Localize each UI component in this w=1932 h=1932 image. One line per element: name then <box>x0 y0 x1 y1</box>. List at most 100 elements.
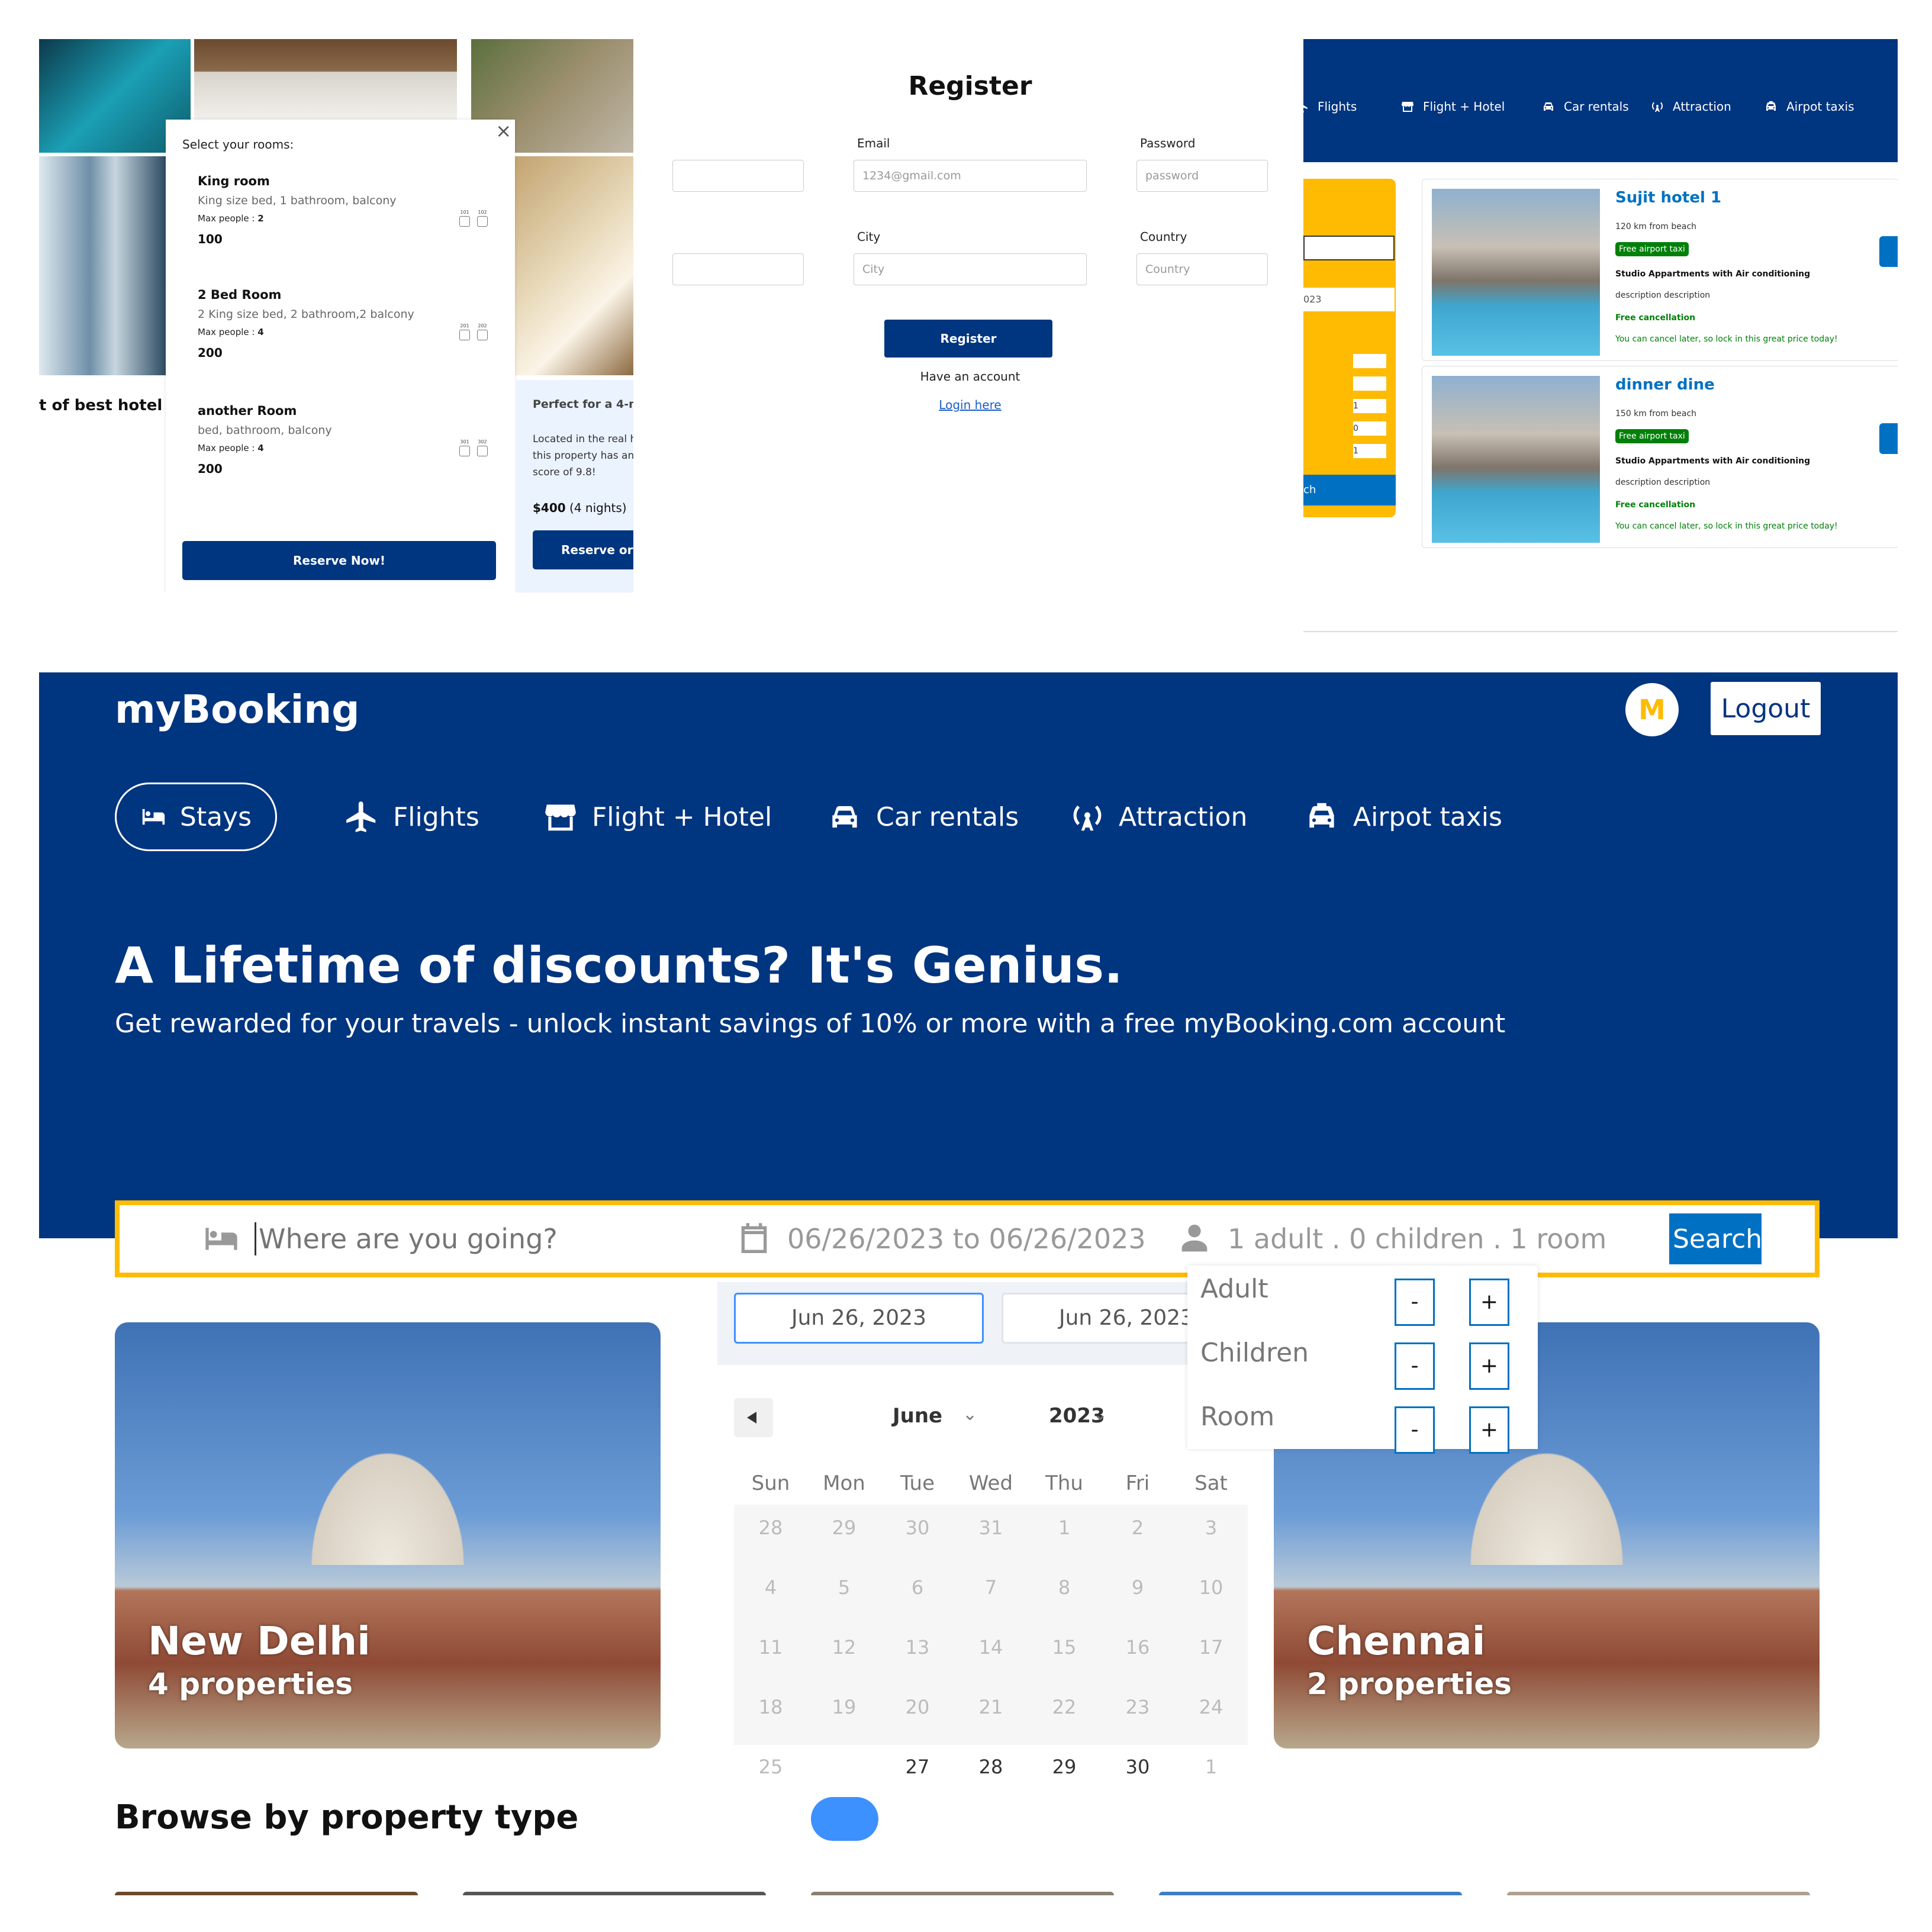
calendar-day[interactable]: 8 <box>1028 1576 1101 1599</box>
calendar-day[interactable]: 13 <box>881 1636 954 1659</box>
see-availability-button[interactable] <box>1879 236 1898 267</box>
sidebar-destination-input[interactable] <box>1303 236 1395 260</box>
calendar-day[interactable]: 26 <box>807 1756 881 1778</box>
calendar-day[interactable]: 6 <box>881 1576 954 1599</box>
sidebar-option-input[interactable] <box>1353 376 1386 391</box>
calendar-day[interactable]: 24 <box>1174 1696 1248 1718</box>
nav-flight-hotel[interactable]: Flight + Hotel <box>1400 99 1505 114</box>
property-type-thumb[interactable] <box>115 1892 418 1895</box>
calendar-day[interactable]: 20 <box>881 1696 954 1718</box>
calendar-day[interactable]: 16 <box>1101 1636 1174 1659</box>
hotel-name[interactable]: dinner dine <box>1615 376 1715 394</box>
calendar-day[interactable]: 17 <box>1174 1636 1248 1659</box>
avatar[interactable]: M <box>1625 683 1679 736</box>
close-icon[interactable]: × <box>495 120 511 142</box>
room-checkbox[interactable] <box>459 330 470 340</box>
logout-button[interactable]: Logout <box>1711 682 1821 735</box>
calendar-day[interactable]: 21 <box>954 1696 1028 1718</box>
room-checkbox[interactable] <box>477 330 488 340</box>
children-plus-button[interactable]: + <box>1469 1342 1509 1390</box>
calendar-day[interactable]: 11 <box>734 1636 807 1659</box>
calendar-day[interactable]: 7 <box>954 1576 1028 1599</box>
tab-airport-taxis[interactable]: Airpot taxis <box>1303 783 1502 851</box>
sidebar-option-input[interactable]: 0 <box>1353 421 1386 436</box>
room-checkbox[interactable] <box>459 216 470 227</box>
nav-airport-taxis[interactable]: Airpot taxis <box>1764 99 1854 114</box>
date-segment[interactable]: 06/26/2023 to 06/26/2023 <box>735 1205 1146 1273</box>
calendar-day[interactable]: 1 <box>1174 1756 1248 1778</box>
city-field[interactable]: City <box>854 253 1087 285</box>
nav-flights[interactable]: Flights <box>1303 99 1357 114</box>
sidebar-search-button[interactable]: ch <box>1303 475 1396 505</box>
register-button[interactable]: Register <box>884 320 1052 358</box>
calendar-day[interactable]: 4 <box>734 1576 807 1599</box>
hotel-card[interactable]: dinner dine 150 km from beach Free airpo… <box>1422 366 1898 548</box>
login-link[interactable]: Login here <box>672 398 1268 412</box>
calendar-day[interactable]: 29 <box>807 1516 881 1539</box>
calendar-day[interactable]: 10 <box>1174 1576 1248 1599</box>
calendar-day[interactable]: 1 <box>1028 1516 1101 1539</box>
nav-car-rentals[interactable]: Car rentals <box>1541 99 1629 114</box>
search-button[interactable]: Search <box>1669 1213 1762 1264</box>
tab-car-rentals[interactable]: Car rentals <box>826 783 1019 851</box>
room-minus-button[interactable]: - <box>1395 1406 1435 1454</box>
sidebar-date-input[interactable]: 023 <box>1303 288 1395 311</box>
calendar-day[interactable]: 28 <box>954 1756 1028 1778</box>
calendar-day[interactable]: 23 <box>1101 1696 1174 1718</box>
logo[interactable]: myBooking <box>115 687 360 732</box>
sidebar-option-input[interactable] <box>1353 354 1386 368</box>
see-availability-button[interactable] <box>1879 423 1898 454</box>
prev-month-icon[interactable] <box>734 1398 773 1437</box>
property-type-thumb[interactable] <box>1507 1892 1810 1895</box>
calendar-day[interactable]: 9 <box>1101 1576 1174 1599</box>
month-select[interactable]: June <box>893 1404 942 1428</box>
calendar-day[interactable]: 30 <box>1101 1756 1174 1778</box>
chevron-down-icon[interactable]: ⌄ <box>962 1404 977 1425</box>
room-checkbox[interactable] <box>477 216 488 227</box>
reserve-or-book-button[interactable]: Reserve or b <box>533 530 633 569</box>
property-type-thumb[interactable] <box>1159 1892 1462 1895</box>
country-field[interactable]: Country <box>1136 253 1268 285</box>
calendar-day[interactable]: 5 <box>807 1576 881 1599</box>
phone-field[interactable] <box>672 253 804 285</box>
destination-input[interactable] <box>255 1222 591 1255</box>
reserve-now-button[interactable]: Reserve Now! <box>182 541 496 580</box>
room-plus-button[interactable]: + <box>1469 1406 1509 1454</box>
email-field[interactable]: 1234@gmail.com <box>854 160 1087 192</box>
chevron-down-icon[interactable]: ⌄ <box>1093 1404 1107 1425</box>
calendar-day[interactable]: 14 <box>954 1636 1028 1659</box>
calendar-day[interactable]: 29 <box>1028 1756 1101 1778</box>
calendar-day[interactable]: 22 <box>1028 1696 1101 1718</box>
calendar-day[interactable]: 18 <box>734 1696 807 1718</box>
adult-minus-button[interactable]: - <box>1395 1279 1435 1326</box>
city-card-new-delhi[interactable]: New Delhi 4 properties <box>115 1322 661 1749</box>
tab-attraction[interactable]: Attraction <box>1069 783 1247 851</box>
sidebar-option-input[interactable]: 1 <box>1353 444 1386 458</box>
room-checkbox[interactable] <box>477 446 488 456</box>
guests-segment[interactable]: 1 adult . 0 children . 1 room <box>1176 1205 1606 1273</box>
calendar-day[interactable]: 15 <box>1028 1636 1101 1659</box>
tab-flight-hotel[interactable]: Flight + Hotel <box>542 783 772 851</box>
calendar-day[interactable]: 27 <box>881 1756 954 1778</box>
calendar-day[interactable]: 28 <box>734 1516 807 1539</box>
calendar-day[interactable]: 25 <box>734 1756 807 1778</box>
property-type-thumb[interactable] <box>463 1892 766 1895</box>
room-checkbox[interactable] <box>459 446 470 456</box>
property-type-thumb[interactable] <box>811 1892 1114 1895</box>
password-field[interactable]: password <box>1136 160 1268 192</box>
calendar-day[interactable]: 31 <box>954 1516 1028 1539</box>
tab-flights[interactable]: Flights <box>343 783 479 851</box>
children-minus-button[interactable]: - <box>1395 1342 1435 1390</box>
calendar-day[interactable]: 30 <box>881 1516 954 1539</box>
username-field[interactable] <box>672 160 804 192</box>
calendar-day[interactable]: 19 <box>807 1696 881 1718</box>
adult-plus-button[interactable]: + <box>1469 1279 1509 1326</box>
tab-stays[interactable]: Stays <box>115 783 277 851</box>
calendar-day[interactable]: 3 <box>1174 1516 1248 1539</box>
nav-attraction[interactable]: Attraction <box>1650 99 1731 114</box>
hotel-name[interactable]: Sujit hotel 1 <box>1615 189 1721 207</box>
calendar-day[interactable]: 2 <box>1101 1516 1174 1539</box>
calendar-day[interactable]: 12 <box>807 1636 881 1659</box>
hotel-card[interactable]: Sujit hotel 1 120 km from beach Free air… <box>1422 179 1898 361</box>
start-date-field[interactable]: Jun 26, 2023 <box>734 1293 984 1344</box>
